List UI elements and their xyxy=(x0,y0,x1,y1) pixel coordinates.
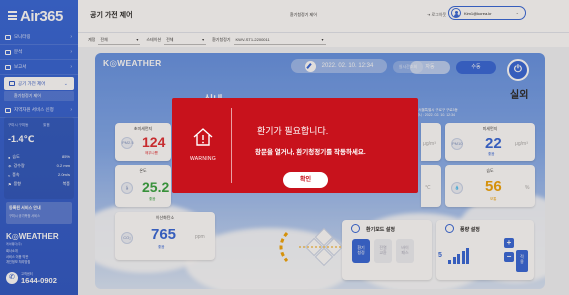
app-root: Air365 모니터링 › 분석 › 보고서 › 공기 가전 제어 ⌄ 환기청정기 제어… xyxy=(0,0,569,295)
confirm-button[interactable]: 확인 xyxy=(283,172,328,188)
dialog-message: 창문을 열거나, 환기청정기를 작동하세요. xyxy=(255,149,366,156)
warning-house-icon xyxy=(193,128,213,146)
warning-label: WARNING xyxy=(189,156,217,162)
ventilation-alert-dialog: WARNING 환기가 필요합니다. 창문을 열거나, 환기청정기를 작동하세요… xyxy=(172,98,418,193)
dialog-title: 환기가 필요합니다. xyxy=(257,126,329,136)
dialog-divider xyxy=(231,108,232,183)
